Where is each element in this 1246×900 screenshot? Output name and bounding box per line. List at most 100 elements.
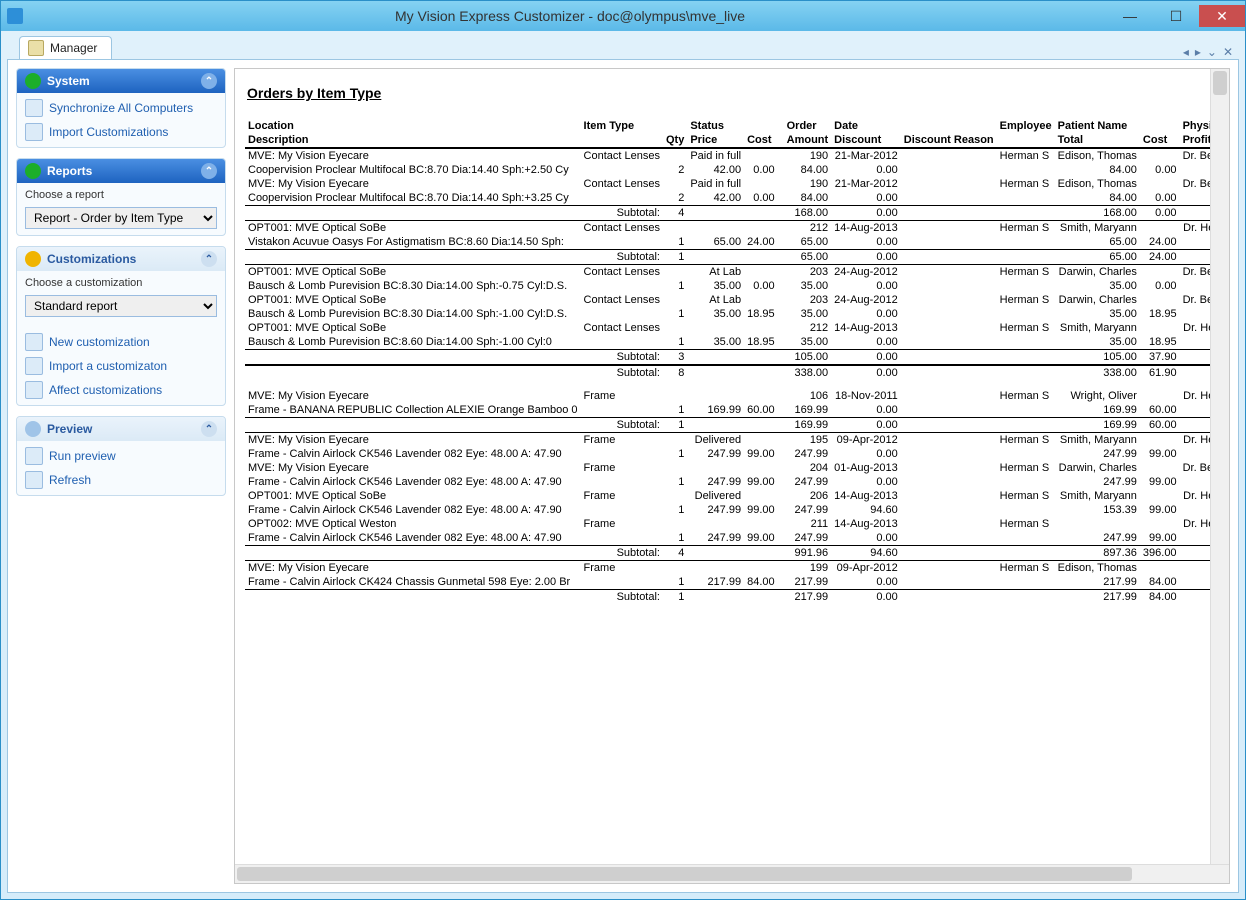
cell: Contact Lenses [581,177,663,191]
minimize-button[interactable]: — [1107,5,1153,27]
cell: 0.00 [831,279,901,293]
cell: Frame - Calvin Airlock CK546 Lavender 08… [245,475,581,489]
cell: 1 [663,335,687,350]
cell: Frame [581,561,663,576]
window-title: My Vision Express Customizer - doc@olymp… [33,8,1107,24]
link-sync-computers[interactable]: Synchronize All Computers [25,99,217,117]
cell [581,575,663,590]
cell: 18.95 [744,335,778,350]
cell [901,575,997,590]
subtotal-cell: 67.10 [1180,350,1211,366]
cell: 1 [663,503,687,517]
cell: Frame - Calvin Airlock CK546 Lavender 08… [245,447,581,461]
cell: 84.00 [1180,191,1211,206]
cell [663,321,687,335]
cell: 2 [663,191,687,206]
scroll-thumb[interactable] [1213,71,1227,95]
scroll-thumb[interactable] [237,867,1132,881]
cell [901,148,997,163]
collapse-icon[interactable]: ⌃ [201,73,217,89]
link-affect-customizations[interactable]: Affect customizations [25,381,217,399]
panel-header-reports[interactable]: Reports ⌃ [17,159,225,183]
collapse-icon[interactable]: ⌃ [201,421,217,437]
cell [997,335,1055,350]
cell: 169.99 [687,403,744,418]
cell: Dr. Herman Snellen [1180,489,1211,503]
subtotal-label: Subtotal: [245,546,663,561]
cell: 0.00 [1140,279,1180,293]
cell: 42.00 [687,191,744,206]
cell: 0.00 [831,403,901,418]
cell: 35.00 [687,279,744,293]
cell: 247.99 [1055,531,1140,546]
cell [1140,148,1180,163]
cell: 1 [663,447,687,461]
cell: Frame [581,489,663,503]
maximize-button[interactable]: ☐ [1153,5,1199,27]
panel-header-system[interactable]: System ⌃ [17,69,225,93]
subtotal-cell: 4 [663,206,687,221]
collapse-icon[interactable]: ⌃ [201,163,217,179]
cell [997,279,1055,293]
cell: 14-Aug-2013 [831,221,901,236]
cell: Herman S [997,293,1055,307]
cell [901,307,997,321]
cell [901,433,997,448]
vertical-scrollbar[interactable] [1210,69,1229,865]
cell [997,191,1055,206]
cell [997,447,1055,461]
cell: 0.00 [744,191,778,206]
cell [581,191,663,206]
panel-header-preview[interactable]: Preview ⌃ [17,417,225,441]
tab-next-icon[interactable]: ▸ [1195,45,1201,59]
link-import-customizations[interactable]: Import Customizations [25,123,217,141]
subtotal-cell: 0.00 [831,206,901,221]
link-import-customization[interactable]: Import a customizaton [25,357,217,375]
cell: 09-Apr-2012 [831,433,901,448]
cell [901,475,997,489]
close-button[interactable]: ✕ [1199,5,1245,27]
link-new-customization[interactable]: New customization [25,333,217,351]
subtotal-cell: 217.99 [784,590,832,605]
cell: 65.00 [687,235,744,250]
panel-customizations: Customizations ⌃ Choose a customization … [16,246,226,406]
tab-manager[interactable]: Manager [19,36,112,59]
cell: 84.00 [1140,575,1180,590]
cell: 203 [784,265,832,280]
cell: 217.99 [1055,575,1140,590]
new-icon [25,333,43,351]
cell [1055,517,1140,531]
cell: Edison, Thomas [1055,148,1140,163]
tab-close-icon[interactable]: ✕ [1223,45,1233,59]
panel-header-customizations[interactable]: Customizations ⌃ [17,247,225,271]
subtotal-cell: 991.96 [784,546,832,561]
cell: 21-Mar-2012 [831,177,901,191]
horizontal-scrollbar[interactable] [235,864,1229,883]
cell [744,561,778,576]
cell [744,293,778,307]
report-select[interactable]: Report - Order by Item Type [25,207,217,229]
cell: 169.99 [1055,403,1140,418]
cell: Herman S [997,221,1055,236]
cell: MVE: My Vision Eyecare [245,433,581,448]
link-refresh[interactable]: Refresh [25,471,217,489]
cell [663,265,687,280]
panel-reports: Reports ⌃ Choose a report Report - Order… [16,158,226,236]
column-header: Total [1055,133,1140,148]
panel-title: Customizations [47,252,136,266]
cell: 0.00 [744,163,778,177]
tab-menu-icon[interactable]: ⌄ [1207,45,1217,59]
customization-select[interactable]: Standard report [25,295,217,317]
collapse-icon[interactable]: ⌃ [201,251,217,267]
cell [581,163,663,177]
cell: 35.00 [784,307,832,321]
cell: 99.00 [744,531,778,546]
column-header [581,133,663,148]
cell [1140,380,1180,403]
tab-prev-icon[interactable]: ◂ [1183,45,1189,59]
cell [901,191,997,206]
cell: 212 [784,221,832,236]
subtotal-cell [687,250,744,265]
cell [744,433,778,448]
link-run-preview[interactable]: Run preview [25,447,217,465]
